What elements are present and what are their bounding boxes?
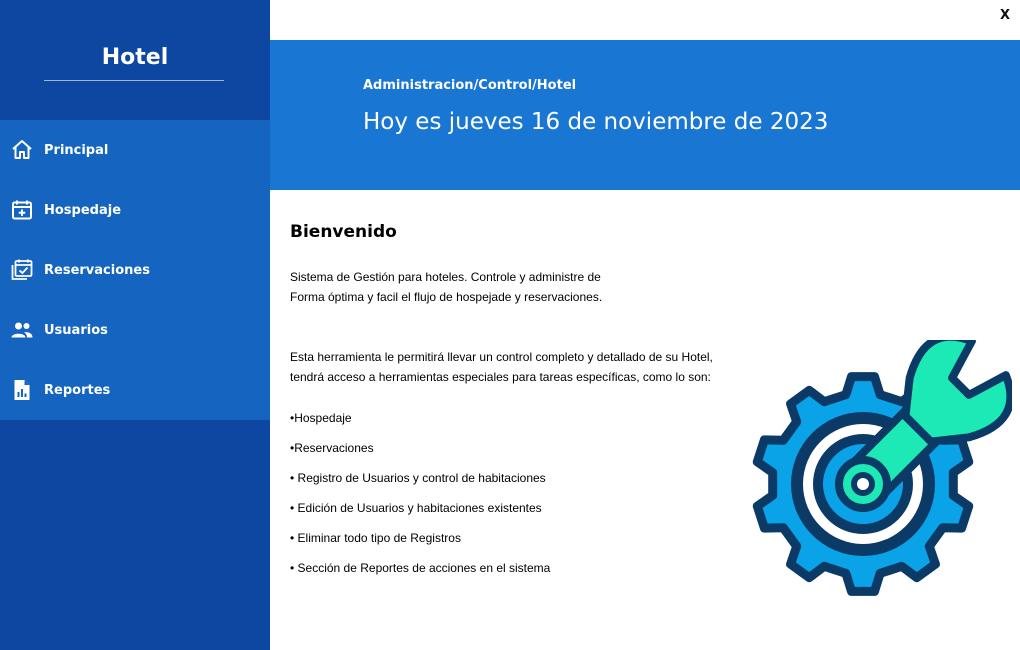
report-icon: [10, 378, 34, 402]
title-divider: [44, 80, 224, 81]
feature-item: • Registro de Usuarios y control de habi…: [290, 471, 546, 485]
feature-item: •Reservaciones: [290, 441, 374, 455]
gear-wrench-icon: [748, 332, 1015, 598]
sidebar-item-reportes[interactable]: Reportes: [0, 360, 270, 420]
sidebar-item-label: Usuarios: [44, 322, 108, 338]
sidebar-item-label: Principal: [44, 142, 109, 158]
sidebar-item-usuarios[interactable]: Usuarios: [0, 300, 270, 360]
feature-item: •Hospedaje: [290, 411, 352, 425]
header-banner: Administracion/Control/Hotel Hoy es juev…: [270, 40, 1020, 190]
sidebar-item-hospedaje[interactable]: Hospedaje: [0, 180, 270, 240]
close-button[interactable]: X: [996, 8, 1014, 26]
sidebar-item-principal[interactable]: Principal: [0, 120, 270, 180]
current-date: Hoy es jueves 16 de noviembre de 2023: [363, 109, 829, 135]
intro-text: Sistema de Gestión para hoteles. Control…: [290, 267, 602, 307]
intro-line: Sistema de Gestión para hoteles. Control…: [290, 270, 601, 284]
tool-description: Esta herramienta le permitirá llevar un …: [290, 347, 713, 387]
feature-item: • Sección de Reportes de acciones en el …: [290, 561, 551, 575]
breadcrumb: Administracion/Control/Hotel: [363, 78, 577, 93]
description-line: Esta herramienta le permitirá llevar un …: [290, 350, 713, 364]
app-title: Hotel: [101, 45, 169, 70]
main-content: Bienvenido Sistema de Gestión para hotel…: [290, 222, 760, 575]
feature-item: • Eliminar todo tipo de Registros: [290, 531, 461, 545]
sidebar-item-reservaciones[interactable]: Reservaciones: [0, 240, 270, 300]
description-line: tendrá acceso a herramientas especiales …: [290, 370, 711, 384]
calendar-check-icon: [10, 258, 34, 282]
sidebar-item-label: Hospedaje: [44, 202, 122, 218]
sidebar-item-label: Reportes: [44, 382, 111, 398]
calendar-add-icon: [10, 198, 34, 222]
home-icon: [10, 138, 34, 162]
intro-line: Forma óptima y facil el flujo de hospeja…: [290, 290, 603, 304]
users-icon: [10, 318, 34, 342]
sidebar-menu: Principal Hospedaje Reservaciones Usuari…: [0, 120, 270, 420]
page-title: Bienvenido: [290, 222, 397, 242]
brand-area: Hotel: [0, 0, 270, 120]
sidebar-item-label: Reservaciones: [44, 262, 150, 278]
sidebar: Hotel Principal Hospedaje Reservaciones: [0, 0, 270, 650]
feature-item: • Edición de Usuarios y habitaciones exi…: [290, 501, 542, 515]
